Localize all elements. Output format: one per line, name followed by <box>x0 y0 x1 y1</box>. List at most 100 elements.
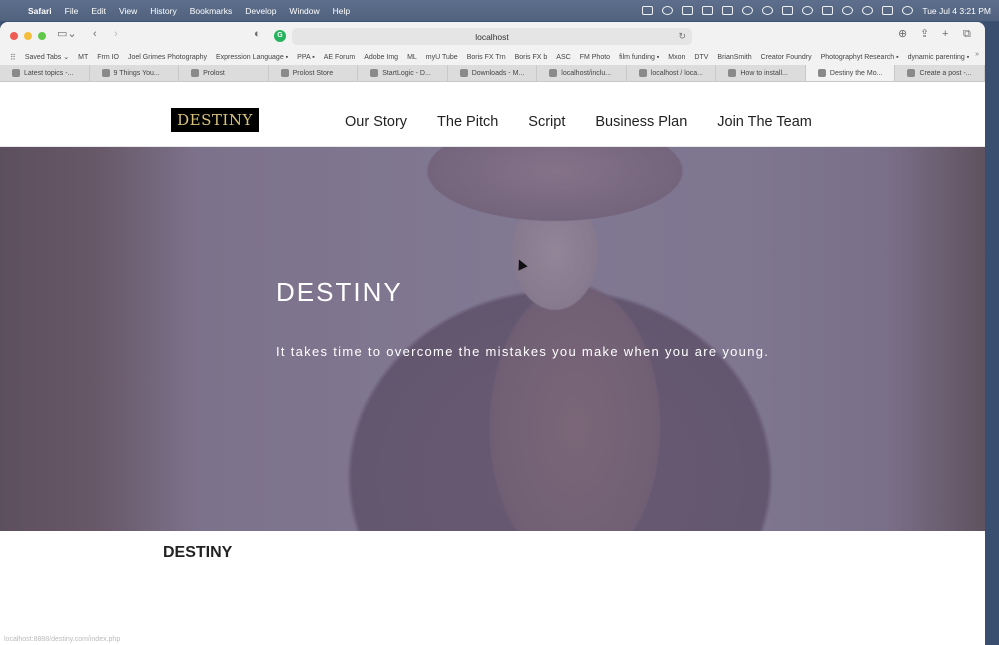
address-text: localhost <box>475 31 509 42</box>
nav-join-the-team[interactable]: Join The Team <box>717 114 812 130</box>
favorite-item[interactable]: BrianSmith <box>717 54 751 61</box>
nav-script[interactable]: Script <box>528 114 565 130</box>
favorite-item[interactable]: MT <box>78 54 88 61</box>
zoom-window-button[interactable] <box>38 32 46 40</box>
hero-subtitle: It takes time to overcome the mistakes y… <box>276 344 770 359</box>
menu-history[interactable]: History <box>150 6 176 16</box>
browser-tab[interactable]: Latest topics -... <box>0 65 90 81</box>
wifi-icon[interactable] <box>842 6 854 15</box>
status-cloud-icon[interactable] <box>662 6 674 15</box>
close-window-button[interactable] <box>10 32 18 40</box>
favorite-item[interactable]: myU Tube <box>426 54 458 61</box>
menu-help[interactable]: Help <box>333 6 350 16</box>
sidebar-toggle-icon[interactable]: ▭⌄ <box>57 29 77 40</box>
keyboard-icon[interactable] <box>782 6 794 15</box>
tab-bar: Latest topics -... 9 Things You... Prolo… <box>0 65 985 82</box>
browser-tab[interactable]: localhost / loca... <box>627 65 717 81</box>
control-center-icon[interactable] <box>882 6 894 15</box>
favorite-item[interactable]: Creator Foundry <box>761 54 812 61</box>
status-sync-icon[interactable] <box>742 6 754 15</box>
privacy-shield-icon[interactable]: ◐ <box>254 29 261 40</box>
site-logo[interactable]: DESTINY <box>171 108 259 132</box>
favorite-item[interactable]: Mxon <box>668 54 685 61</box>
site-header: DESTINY Our Story The Pitch Script Busin… <box>0 83 985 147</box>
favorite-item[interactable]: Frm IO <box>97 54 119 61</box>
menubar-clock[interactable]: Tue Jul 4 3:21 PM <box>922 6 991 16</box>
browser-tab[interactable]: localhost/inclu... <box>537 65 627 81</box>
favorite-item[interactable]: Saved Tabs ⌄ <box>25 53 69 61</box>
favorite-item[interactable]: Expression Language ▪ <box>216 54 288 61</box>
favorite-item[interactable]: dynamic parenting ▪ <box>908 54 970 61</box>
favorite-item[interactable]: Boris FX b <box>515 54 548 61</box>
favorite-item[interactable]: DTV <box>694 54 708 61</box>
hero-title: DESTINY <box>276 277 403 307</box>
site-nav: Our Story The Pitch Script Business Plan… <box>345 114 812 130</box>
browser-tab[interactable]: Downloads - M... <box>448 65 538 81</box>
reload-icon[interactable]: ↻ <box>678 31 686 42</box>
forward-icon[interactable]: › <box>114 29 118 40</box>
favorite-item[interactable]: Boris FX Trn <box>467 54 506 61</box>
favorite-item[interactable]: Joel Grimes Photography <box>128 54 207 61</box>
favorite-item[interactable]: ASC <box>556 54 570 61</box>
tab-label: Latest topics -... <box>24 69 74 77</box>
menu-window[interactable]: Window <box>289 6 319 16</box>
mouse-pointer-icon <box>514 257 528 271</box>
address-bar[interactable]: localhost ↻ <box>292 28 692 45</box>
favorites-grid-icon[interactable]: ⠿ <box>10 53 16 62</box>
menu-view[interactable]: View <box>119 6 137 16</box>
status-drive-icon[interactable] <box>702 6 714 15</box>
browser-tab-active[interactable]: Destiny the Mo... <box>805 65 896 81</box>
favorite-item[interactable]: Photographyt Research ▪ <box>821 54 899 61</box>
nav-the-pitch[interactable]: The Pitch <box>437 114 498 130</box>
browser-tab[interactable]: Prolost Store <box>269 65 359 81</box>
siri-icon[interactable] <box>902 6 914 15</box>
status-bar-url: localhost:8888/destiny.com/index.php <box>4 636 121 643</box>
favorite-item[interactable]: AE Forum <box>324 54 356 61</box>
safari-window: ▭⌄ ‹ › ◐ G localhost ↻ ⊕ ⇪ + ⧉ ⠿ Saved T… <box>0 22 985 645</box>
time-machine-icon[interactable] <box>802 6 814 15</box>
browser-tab[interactable]: 9 Things You... <box>90 65 180 81</box>
menu-edit[interactable]: Edit <box>91 6 106 16</box>
more-favorites-icon[interactable]: » <box>975 51 979 58</box>
menu-bookmarks[interactable]: Bookmarks <box>190 6 233 16</box>
nav-business-plan[interactable]: Business Plan <box>595 114 687 130</box>
tab-favicon-icon <box>549 69 558 77</box>
menu-develop[interactable]: Develop <box>245 6 276 16</box>
desktop-edge <box>985 22 999 645</box>
browser-tab[interactable]: How to install... <box>716 65 806 81</box>
status-camera-icon[interactable] <box>682 6 694 15</box>
menu-safari[interactable]: Safari <box>28 6 52 16</box>
tab-favicon-icon <box>459 69 468 77</box>
new-tab-icon[interactable]: + <box>942 29 948 40</box>
tab-favicon-icon <box>638 69 647 77</box>
tab-overview-icon[interactable]: ⧉ <box>963 29 971 40</box>
spotlight-search-icon[interactable] <box>862 6 874 15</box>
minimize-window-button[interactable] <box>24 32 32 40</box>
menu-file[interactable]: File <box>65 6 79 16</box>
tab-favicon-icon <box>817 69 826 77</box>
tab-label: StartLogic - D... <box>382 69 431 77</box>
favorite-item[interactable]: ML <box>407 54 417 61</box>
grammarly-extension-icon[interactable]: G <box>274 30 286 42</box>
browser-tab[interactable]: Create a post -... <box>895 65 985 81</box>
favorite-item[interactable]: film funding ▪ <box>619 54 659 61</box>
tab-label: localhost / loca... <box>650 69 703 77</box>
status-app-icon[interactable] <box>642 6 654 15</box>
grammarly-icon[interactable] <box>762 6 774 15</box>
tab-label: Downloads - M... <box>471 69 525 77</box>
tab-favicon-icon <box>907 69 916 77</box>
favorite-item[interactable]: PPA ▪ <box>297 54 315 61</box>
battery-icon[interactable] <box>822 6 834 15</box>
share-icon[interactable]: ⇪ <box>920 29 929 40</box>
favorite-item[interactable]: FM Photo <box>580 54 610 61</box>
downloads-icon[interactable]: ⊕ <box>898 29 907 40</box>
browser-tab[interactable]: Prolost <box>179 65 269 81</box>
tab-favicon-icon <box>370 69 379 77</box>
dropbox-icon[interactable] <box>722 6 734 15</box>
nav-our-story[interactable]: Our Story <box>345 114 407 130</box>
browser-tab[interactable]: StartLogic - D... <box>358 65 448 81</box>
hero-banner: DESTINY It takes time to overcome the mi… <box>0 147 985 531</box>
tab-favicon-icon <box>101 69 110 77</box>
favorite-item[interactable]: Adobe Img <box>364 54 398 61</box>
back-icon[interactable]: ‹ <box>93 29 97 40</box>
